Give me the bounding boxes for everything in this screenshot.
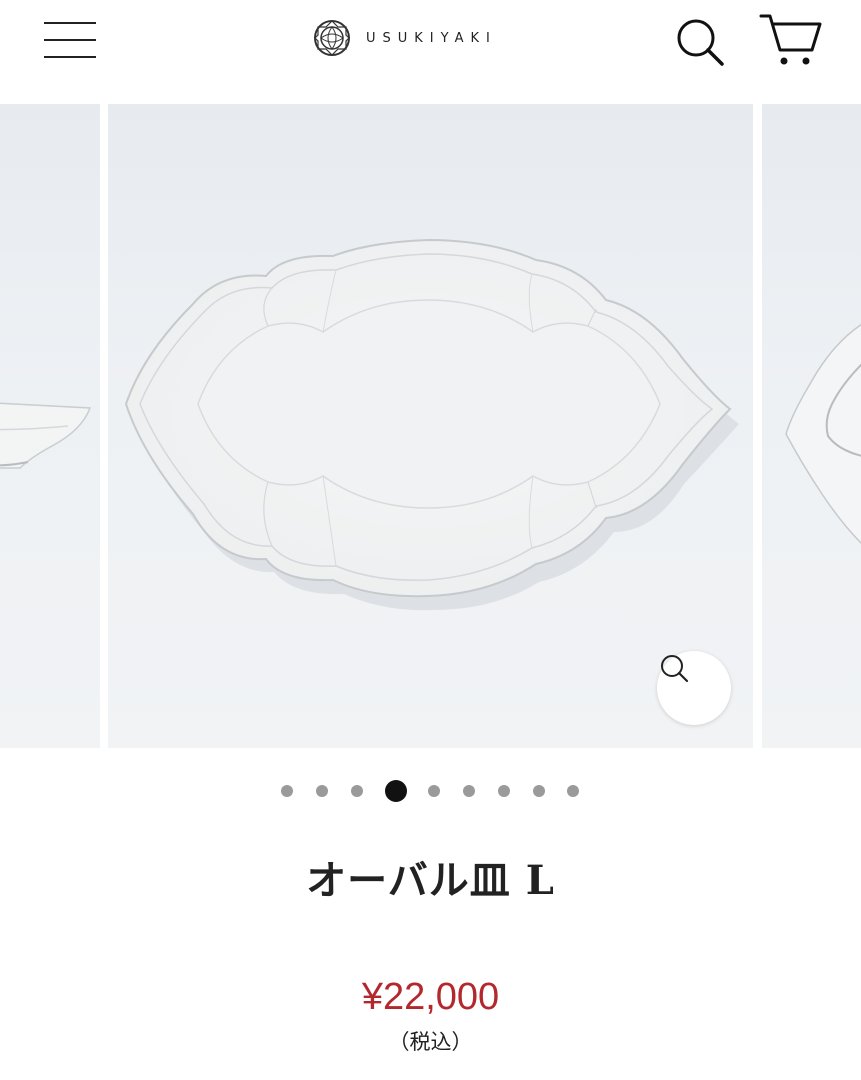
pagination-dot[interactable]	[567, 785, 579, 797]
search-icon[interactable]	[672, 14, 726, 68]
carousel-slide-next[interactable]	[762, 104, 861, 748]
pagination-dot[interactable]	[533, 785, 545, 797]
pagination-dot[interactable]	[428, 785, 440, 797]
zoom-image-button[interactable]	[657, 651, 731, 725]
carousel-slide-active[interactable]	[108, 104, 753, 748]
site-header: USUKIYAKI	[0, 0, 861, 104]
tax-included-note: （税込）	[388, 1030, 473, 1054]
product-price: ¥22,000	[361, 976, 500, 1018]
product-title: オーバル皿 L	[306, 857, 555, 904]
carousel-slide-previous[interactable]	[0, 104, 100, 748]
product-image-carousel[interactable]	[0, 104, 861, 748]
pagination-dot[interactable]	[316, 785, 328, 797]
logo-text: USUKIYAKI	[366, 30, 497, 46]
cart-icon[interactable]	[758, 12, 824, 68]
pagination-dot[interactable]	[281, 785, 293, 797]
usukiyaki-logo-mark	[314, 20, 350, 56]
hamburger-menu-icon[interactable]	[40, 18, 100, 62]
zoom-icon	[661, 655, 689, 683]
site-logo[interactable]: USUKIYAKI	[312, 18, 497, 58]
pagination-dot[interactable]	[463, 785, 475, 797]
pagination-dot[interactable]	[498, 785, 510, 797]
pagination-dot-active[interactable]	[385, 780, 407, 802]
pagination-dot[interactable]	[351, 785, 363, 797]
carousel-pagination	[0, 780, 861, 804]
